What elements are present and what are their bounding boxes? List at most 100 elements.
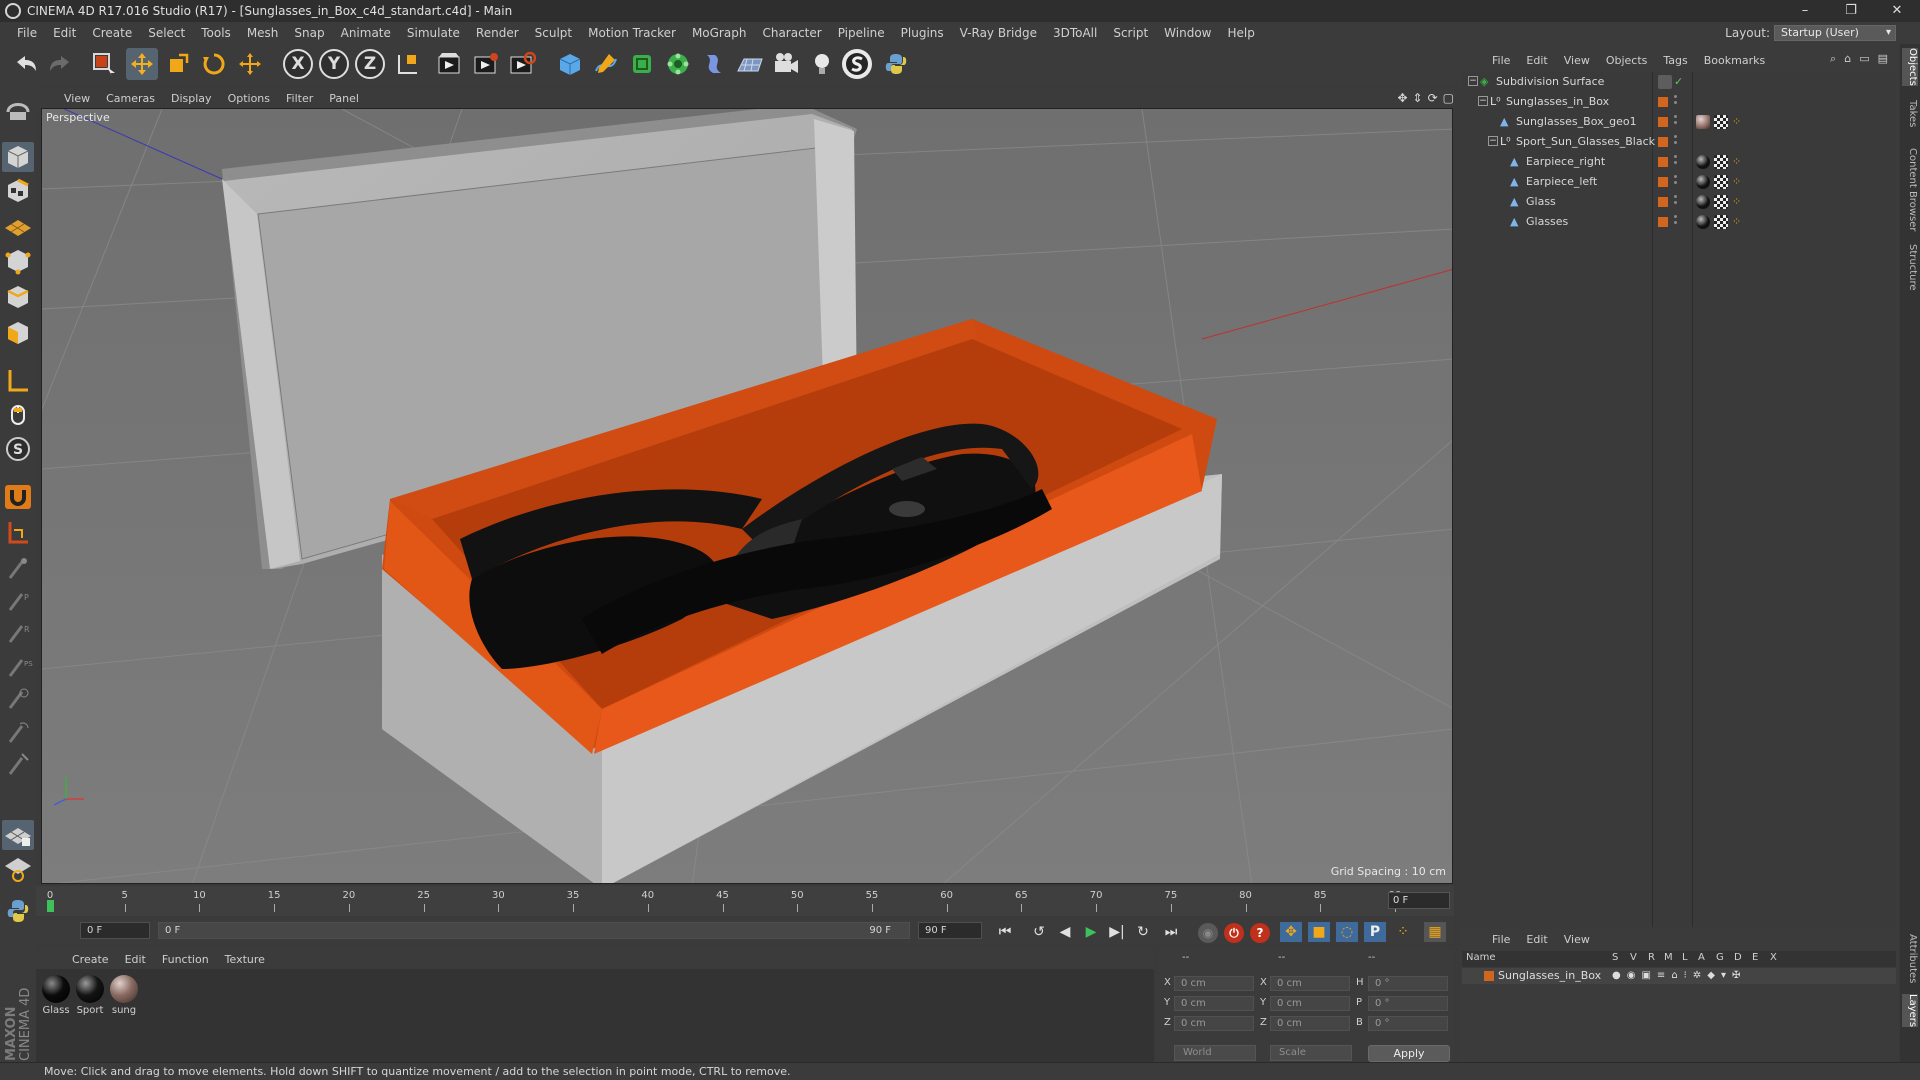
tab-attributes[interactable]: Attributes [1902, 934, 1918, 983]
key-position-icon[interactable]: ✥ [1280, 922, 1302, 942]
model-mode-icon[interactable] [2, 142, 34, 172]
menu-snap[interactable]: Snap [286, 22, 332, 44]
om-menu-view[interactable]: View [1556, 54, 1598, 67]
redo-button[interactable] [44, 48, 76, 80]
rotate-view-icon[interactable]: ⟳ [1428, 91, 1438, 105]
cloner-icon[interactable] [662, 48, 694, 80]
texture-mode-icon[interactable] [2, 176, 34, 206]
menu-character[interactable]: Character [754, 22, 829, 44]
close-button[interactable]: ✕ [1874, 0, 1920, 22]
3d-viewport[interactable]: Perspective Grid Spacing : 10 cm [41, 108, 1453, 884]
menu-pipeline[interactable]: Pipeline [830, 22, 893, 44]
lock-toggle-icon[interactable]: ⌂ [1671, 970, 1677, 981]
coordinate-system-icon[interactable] [392, 48, 424, 80]
tab-structure[interactable]: Structure [1902, 244, 1918, 291]
next-frame-icon[interactable]: ▶| [1106, 922, 1128, 942]
record-disabled-icon[interactable]: ◉ [1198, 923, 1218, 943]
light-icon[interactable] [806, 48, 838, 80]
menu-mograph[interactable]: MoGraph [684, 22, 755, 44]
menu-motion-tracker[interactable]: Motion Tracker [580, 22, 684, 44]
position-y-field[interactable]: 0 cm [1174, 996, 1254, 1011]
visibility-dots-icon[interactable] [1674, 155, 1678, 169]
menu-file[interactable]: File [9, 22, 45, 44]
texture-tag-checker-icon[interactable] [1714, 155, 1728, 169]
workplane-mode-icon[interactable] [2, 210, 34, 240]
material-menu-create[interactable]: Create [64, 953, 117, 966]
sculpt-brush-7-icon[interactable] [2, 750, 34, 780]
tab-takes[interactable]: Takes [1902, 100, 1918, 127]
rotation-b-field[interactable]: 0 ° [1368, 1016, 1448, 1031]
render-to-picture-viewer-icon[interactable] [470, 48, 502, 80]
menu-mesh[interactable]: Mesh [239, 22, 287, 44]
object-row[interactable]: ▲ Glasses ⁘ [1462, 212, 1896, 232]
y-axis-toggle[interactable]: Y [319, 49, 349, 79]
go-to-end-icon[interactable]: ⏭ [1160, 922, 1182, 942]
expand-toggle[interactable]: − [1468, 76, 1478, 86]
layer-color-icon[interactable] [1484, 971, 1494, 981]
live-selection-icon[interactable] [88, 48, 120, 80]
frame-range-slider[interactable]: 0 F 90 F [158, 922, 910, 939]
sculpt-brush-5-icon[interactable] [2, 684, 34, 714]
layer-slot-icon[interactable] [1658, 75, 1672, 89]
end-frame-field[interactable]: 90 F [918, 922, 982, 939]
menu-plugins[interactable]: Plugins [893, 22, 952, 44]
menu-edit[interactable]: Edit [45, 22, 84, 44]
object-row[interactable]: ▲ Glass ⁘ [1462, 192, 1896, 212]
vray-logo-icon[interactable] [842, 49, 872, 79]
viewport-menu-panel[interactable]: Panel [321, 92, 367, 105]
object-row[interactable]: ▲ Sunglasses_Box_geo1 ⁘ [1462, 112, 1896, 132]
scale-tool-icon[interactable] [162, 48, 194, 80]
dolly-icon[interactable]: ⇕ [1413, 91, 1423, 105]
menu-render[interactable]: Render [468, 22, 527, 44]
snap-magnet-icon[interactable] [2, 482, 34, 512]
object-row[interactable]: − L⁰ Sunglasses_in_Box [1462, 92, 1896, 112]
render-settings-icon[interactable] [506, 48, 538, 80]
points-mode-icon[interactable] [2, 246, 34, 276]
om-menu-file[interactable]: File [1484, 54, 1518, 67]
next-key-icon[interactable]: ↻ [1132, 922, 1154, 942]
axis-mode-icon[interactable] [2, 366, 34, 396]
material-menu-edit[interactable]: Edit [117, 953, 154, 966]
phong-tag-icon[interactable]: ⁘ [1732, 155, 1746, 169]
keyframe-selection-icon[interactable]: ? [1250, 923, 1270, 943]
maximize-icon[interactable]: ▢ [1443, 91, 1454, 105]
lm-menu-view[interactable]: View [1556, 933, 1598, 946]
texture-tag-checker-icon[interactable] [1714, 215, 1728, 229]
size-x-field[interactable]: 0 cm [1270, 976, 1350, 991]
tab-objects[interactable]: Objects [1902, 48, 1918, 86]
move-tool-icon[interactable] [126, 48, 158, 80]
menu-animate[interactable]: Animate [333, 22, 399, 44]
menu-create[interactable]: Create [84, 22, 140, 44]
tab-layers[interactable]: Layers [1902, 994, 1918, 1028]
key-scale-icon[interactable]: ■ [1308, 922, 1330, 942]
python-script-icon[interactable] [2, 896, 34, 926]
size-z-field[interactable]: 0 cm [1270, 1016, 1350, 1031]
layer-color-icon[interactable] [1658, 137, 1668, 147]
python-icon[interactable] [880, 48, 912, 80]
sculpt-brush-3-icon[interactable]: R [2, 618, 34, 648]
minimize-button[interactable]: – [1782, 0, 1828, 22]
visibility-dots-icon[interactable] [1674, 95, 1678, 109]
material-menu-function[interactable]: Function [154, 953, 217, 966]
expand-toggle[interactable]: − [1488, 136, 1498, 146]
apply-button[interactable]: Apply [1368, 1045, 1450, 1062]
subdivision-surface-icon[interactable] [626, 48, 658, 80]
tab-content-browser[interactable]: Content Browser [1902, 148, 1918, 231]
cube-primitive-icon[interactable] [554, 48, 586, 80]
edges-mode-icon[interactable] [2, 282, 34, 312]
size-y-field[interactable]: 0 cm [1270, 996, 1350, 1011]
expand-toggle[interactable]: − [1478, 96, 1488, 106]
go-to-start-icon[interactable]: ⏮ [994, 922, 1016, 942]
object-row[interactable]: − L⁰ Sport_Sun_Glasses_Black [1462, 132, 1896, 152]
restore-button[interactable]: ❐ [1828, 0, 1874, 22]
manager-toggle-icon[interactable]: ≡ [1657, 970, 1665, 981]
menu-window[interactable]: Window [1156, 22, 1219, 44]
generator-toggle-icon[interactable]: ✲ [1693, 970, 1701, 981]
visibility-dots-icon[interactable] [1674, 175, 1678, 189]
material-menu-texture[interactable]: Texture [217, 953, 273, 966]
animation-toggle-icon[interactable]: ⁝ [1684, 970, 1687, 981]
object-row[interactable]: ▲ Earpiece_right ⁘ [1462, 152, 1896, 172]
previous-key-icon[interactable]: ↺ [1028, 922, 1050, 942]
transform-tool-icon[interactable] [234, 48, 266, 80]
visibility-dots-icon[interactable] [1674, 195, 1678, 209]
